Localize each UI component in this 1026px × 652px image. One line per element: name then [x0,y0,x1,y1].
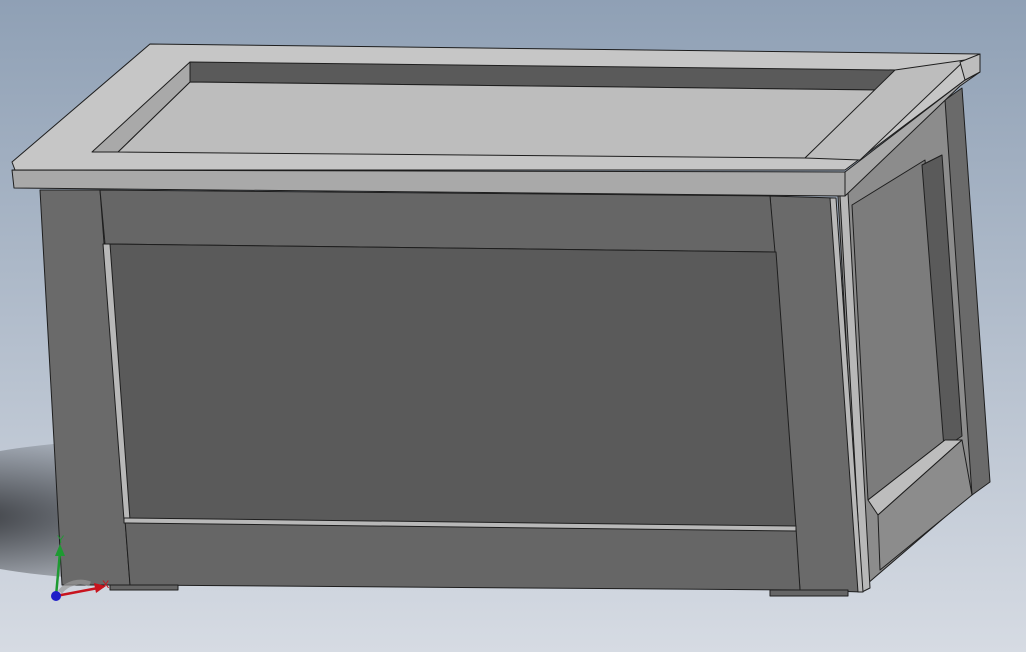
front-bottom-rail [124,519,801,591]
front-panel [107,243,797,529]
triad-y-label: Y [57,534,65,546]
cad-viewport[interactable]: Y X [0,0,1026,652]
triad-z-axis-origin [51,591,61,601]
left-foot [109,584,179,591]
toy-chest-model[interactable] [11,43,991,597]
front-top-rail [99,189,776,253]
triad-x-label: X [102,579,110,591]
lid-inner-panel [117,81,879,159]
right-foot [769,589,849,597]
graphics-area[interactable]: Y X [0,0,1026,652]
